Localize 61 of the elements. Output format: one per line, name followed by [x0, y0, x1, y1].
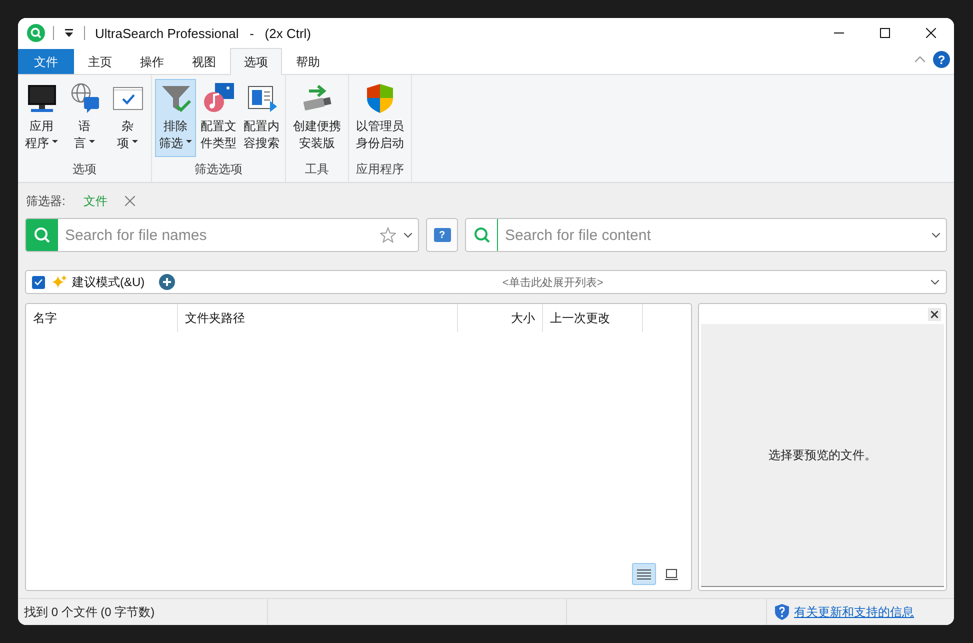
chevron-down-icon — [932, 232, 940, 238]
menu-tab[interactable]: 帮助 — [282, 49, 334, 75]
updates-link[interactable]: 有关更新和支持的信息 — [794, 604, 914, 620]
globe-icon — [68, 82, 100, 114]
details-view-icon — [637, 568, 651, 580]
menu-tab[interactable]: 视图 — [178, 49, 230, 75]
star-icon — [380, 227, 396, 243]
ribbon-group-label: 工具 — [304, 161, 330, 178]
ribbon-group-label: 筛选选项 — [194, 161, 244, 178]
menu-tab[interactable]: 选项 — [230, 48, 282, 75]
menu-tab[interactable]: 操作 — [126, 49, 178, 75]
file-name-search-field[interactable]: Search for file names — [58, 219, 372, 251]
ribbon-button[interactable]: 以管理员 身份启动 — [352, 79, 408, 157]
search-icon — [34, 227, 50, 243]
ribbon-group-label: 应用程序 — [355, 161, 405, 178]
status-text: 找到 0 个文件 (0 字节数) — [24, 604, 155, 620]
ribbon-button[interactable]: 配置文 件类型 — [198, 79, 239, 157]
ribbon-button[interactable]: 排除 筛选 — [155, 79, 196, 157]
file-content-search-field[interactable]: Search for file content — [498, 219, 932, 251]
chevron-down-icon — [404, 232, 412, 238]
sparkle-icon — [51, 275, 67, 289]
add-icon — [158, 274, 175, 290]
monitor-icon — [26, 82, 58, 114]
chevron-down-icon — [931, 280, 939, 284]
expand-list-hint[interactable]: <单击此处展开列表> — [174, 274, 931, 290]
close-button[interactable] — [928, 308, 941, 320]
file-menu-tab[interactable]: 文件 — [18, 49, 74, 74]
ribbon-button[interactable]: 语 言 — [64, 79, 105, 157]
ribbon-group-label: 选项 — [72, 161, 98, 178]
help-button[interactable]: ? — [426, 218, 458, 252]
dropdown-icon — [65, 29, 73, 37]
checkbox[interactable] — [32, 276, 45, 288]
column-header[interactable]: 文件夹路径 — [178, 304, 458, 332]
close-icon — [926, 28, 936, 38]
close-icon — [931, 310, 938, 318]
shield-icon — [364, 82, 396, 114]
window-title: UltraSearch Professional - (2x Ctrl) — [95, 26, 312, 40]
preview-pane-icon — [665, 568, 679, 580]
file-name-search-box[interactable]: Search for file names — [25, 218, 419, 252]
ribbon-button[interactable]: 杂 项 — [107, 79, 148, 157]
collapse-icon — [915, 56, 925, 63]
ribbon-button[interactable]: 配置内 容搜索 — [241, 79, 282, 157]
search-icon — [474, 227, 490, 243]
help-button[interactable]: ? — [933, 51, 950, 68]
ribbon-button[interactable]: 应用 程序 — [21, 79, 62, 157]
column-header[interactable]: 名字 — [26, 304, 178, 332]
maximize-icon — [880, 28, 890, 38]
suggest-mode-label: 建议模式(&U) — [72, 274, 145, 290]
music-note-icon — [202, 82, 234, 114]
filter-label: 筛选器: — [26, 192, 66, 210]
app-logo-icon — [27, 24, 45, 42]
ribbon-button[interactable]: 创建便携 安装版 — [289, 79, 345, 157]
view-mode-button[interactable] — [632, 563, 656, 585]
shield-help-icon — [775, 604, 789, 620]
check-icon — [34, 278, 43, 286]
column-header[interactable]: 大小 — [458, 304, 543, 332]
column-header[interactable]: 上一次更改 — [543, 304, 643, 332]
file-content-search-box[interactable]: Search for file content — [465, 218, 947, 252]
preview-message: 选择要预览的文件。 — [768, 446, 876, 464]
close-icon — [125, 196, 136, 206]
menu-tab[interactable]: 主页 — [74, 49, 126, 75]
